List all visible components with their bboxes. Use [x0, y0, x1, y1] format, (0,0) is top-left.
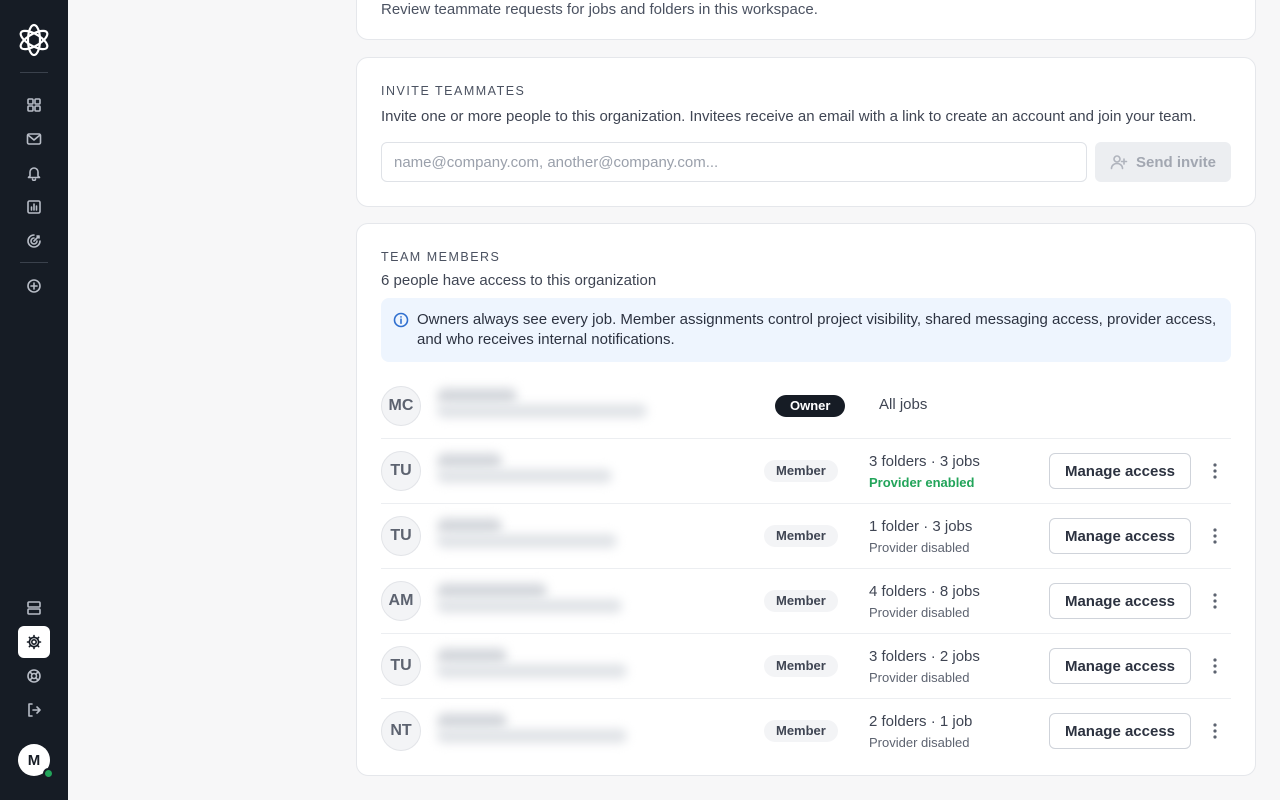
- manage-access-button[interactable]: Manage access: [1049, 713, 1191, 749]
- member-row: TU Member 3 folders · 2 jobs Provider di…: [381, 634, 1231, 699]
- access-summary: All jobs: [879, 396, 928, 413]
- grid-icon: [27, 98, 41, 112]
- info-text: Owners always see every job. Member assi…: [417, 311, 1217, 348]
- database-icon: [27, 601, 41, 615]
- role-badge: Member: [764, 590, 838, 612]
- member-row: NT Member 2 folders · 1 job Provider dis…: [381, 699, 1231, 764]
- info-icon: [393, 312, 409, 328]
- member-avatar: NT: [381, 711, 421, 751]
- requests-description: Review teammate requests for jobs and fo…: [381, 1, 818, 18]
- access-summary: 3 folders · 2 jobs: [869, 648, 980, 665]
- gear-icon: [26, 634, 42, 650]
- kebab-icon: [1213, 528, 1217, 544]
- member-name-redacted: [437, 583, 547, 599]
- access-summary: 4 folders · 8 jobs: [869, 583, 980, 600]
- member-email-redacted: [437, 534, 617, 548]
- nav-messages[interactable]: [18, 123, 50, 155]
- manage-access-button[interactable]: Manage access: [1049, 583, 1191, 619]
- info-banner: Owners always see every job. Member assi…: [381, 298, 1231, 362]
- bell-icon: [27, 167, 41, 181]
- more-options-button[interactable]: [1203, 719, 1227, 743]
- access-summary: 2 folders · 1 job: [869, 713, 973, 730]
- manage-access-button[interactable]: Manage access: [1049, 518, 1191, 554]
- access-summary: 3 folders · 3 jobs: [869, 453, 980, 470]
- nav-logout[interactable]: [18, 694, 50, 726]
- nav-goals[interactable]: [18, 225, 50, 257]
- more-options-button[interactable]: [1203, 654, 1227, 678]
- mail-icon: [26, 133, 42, 145]
- provider-status: Provider disabled: [869, 605, 970, 620]
- role-badge: Owner: [775, 395, 846, 417]
- more-options-button[interactable]: [1203, 524, 1227, 548]
- sidebar-divider: [20, 72, 48, 73]
- add-user-icon: [1110, 155, 1128, 170]
- member-name-redacted: [437, 648, 507, 664]
- member-email-redacted: [437, 469, 612, 483]
- kebab-icon: [1213, 593, 1217, 609]
- member-email-redacted: [437, 599, 622, 613]
- manage-access-button[interactable]: Manage access: [1049, 648, 1191, 684]
- invite-email-input[interactable]: [381, 142, 1087, 182]
- provider-status: Provider disabled: [869, 540, 970, 555]
- online-status-dot: [43, 768, 54, 779]
- member-avatar: MC: [381, 386, 421, 426]
- logout-icon: [28, 703, 41, 717]
- member-email-redacted: [437, 729, 627, 743]
- member-email-redacted: [437, 404, 647, 418]
- members-list: MC Owner All jobs TU Member 3 folders · …: [381, 374, 1231, 764]
- nav-add[interactable]: [18, 270, 50, 302]
- member-name-redacted: [437, 713, 507, 729]
- access-summary: 1 folder · 3 jobs: [869, 518, 973, 535]
- kebab-icon: [1213, 658, 1217, 674]
- sidebar-divider: [20, 262, 48, 263]
- plus-circle-icon: [27, 279, 41, 293]
- requests-card: Review teammate requests for jobs and fo…: [356, 0, 1256, 40]
- role-badge: Member: [764, 525, 838, 547]
- member-email-redacted: [437, 664, 627, 678]
- manage-access-button[interactable]: Manage access: [1049, 453, 1191, 489]
- member-avatar: TU: [381, 451, 421, 491]
- nav-help[interactable]: [18, 660, 50, 692]
- member-row: MC Owner All jobs: [381, 374, 1231, 439]
- invite-description: Invite one or more people to this organi…: [381, 108, 1197, 125]
- provider-status: Provider disabled: [869, 670, 970, 685]
- team-subtitle: 6 people have access to this organizatio…: [381, 272, 657, 289]
- sidebar: M: [0, 0, 68, 800]
- provider-status: Provider enabled: [869, 475, 975, 490]
- member-row: TU Member 3 folders · 3 jobs Provider en…: [381, 439, 1231, 504]
- role-badge: Member: [764, 460, 838, 482]
- kebab-icon: [1213, 723, 1217, 739]
- team-members-card: TEAM MEMBERS 6 people have access to thi…: [356, 223, 1256, 776]
- target-icon: [27, 234, 41, 248]
- member-row: TU Member 1 folder · 3 jobs Provider dis…: [381, 504, 1231, 569]
- nav-data[interactable]: [18, 592, 50, 624]
- nav-reports[interactable]: [18, 191, 50, 223]
- more-options-button[interactable]: [1203, 459, 1227, 483]
- member-row: AM Member 4 folders · 8 jobs Provider di…: [381, 569, 1231, 634]
- member-avatar: TU: [381, 646, 421, 686]
- nav-notifications[interactable]: [18, 157, 50, 189]
- send-invite-label: Send invite: [1135, 153, 1217, 171]
- more-options-button[interactable]: [1203, 589, 1227, 613]
- role-badge: Member: [764, 655, 838, 677]
- member-name-redacted: [437, 518, 502, 534]
- provider-status: Provider disabled: [869, 735, 970, 750]
- kebab-icon: [1213, 463, 1217, 479]
- logo-icon[interactable]: [17, 23, 51, 57]
- member-avatar: AM: [381, 581, 421, 621]
- invite-title: INVITE TEAMMATES: [381, 84, 526, 98]
- role-badge: Member: [764, 720, 838, 742]
- lifebuoy-icon: [27, 669, 41, 683]
- invite-card: INVITE TEAMMATES Invite one or more peop…: [356, 57, 1256, 207]
- team-title: TEAM MEMBERS: [381, 250, 501, 264]
- member-name-redacted: [437, 453, 502, 469]
- member-avatar: TU: [381, 516, 421, 556]
- nav-dashboard[interactable]: [18, 89, 50, 121]
- member-name-redacted: [437, 388, 517, 404]
- chart-icon: [27, 200, 41, 214]
- nav-settings[interactable]: [18, 626, 50, 658]
- send-invite-button[interactable]: Send invite: [1095, 142, 1231, 182]
